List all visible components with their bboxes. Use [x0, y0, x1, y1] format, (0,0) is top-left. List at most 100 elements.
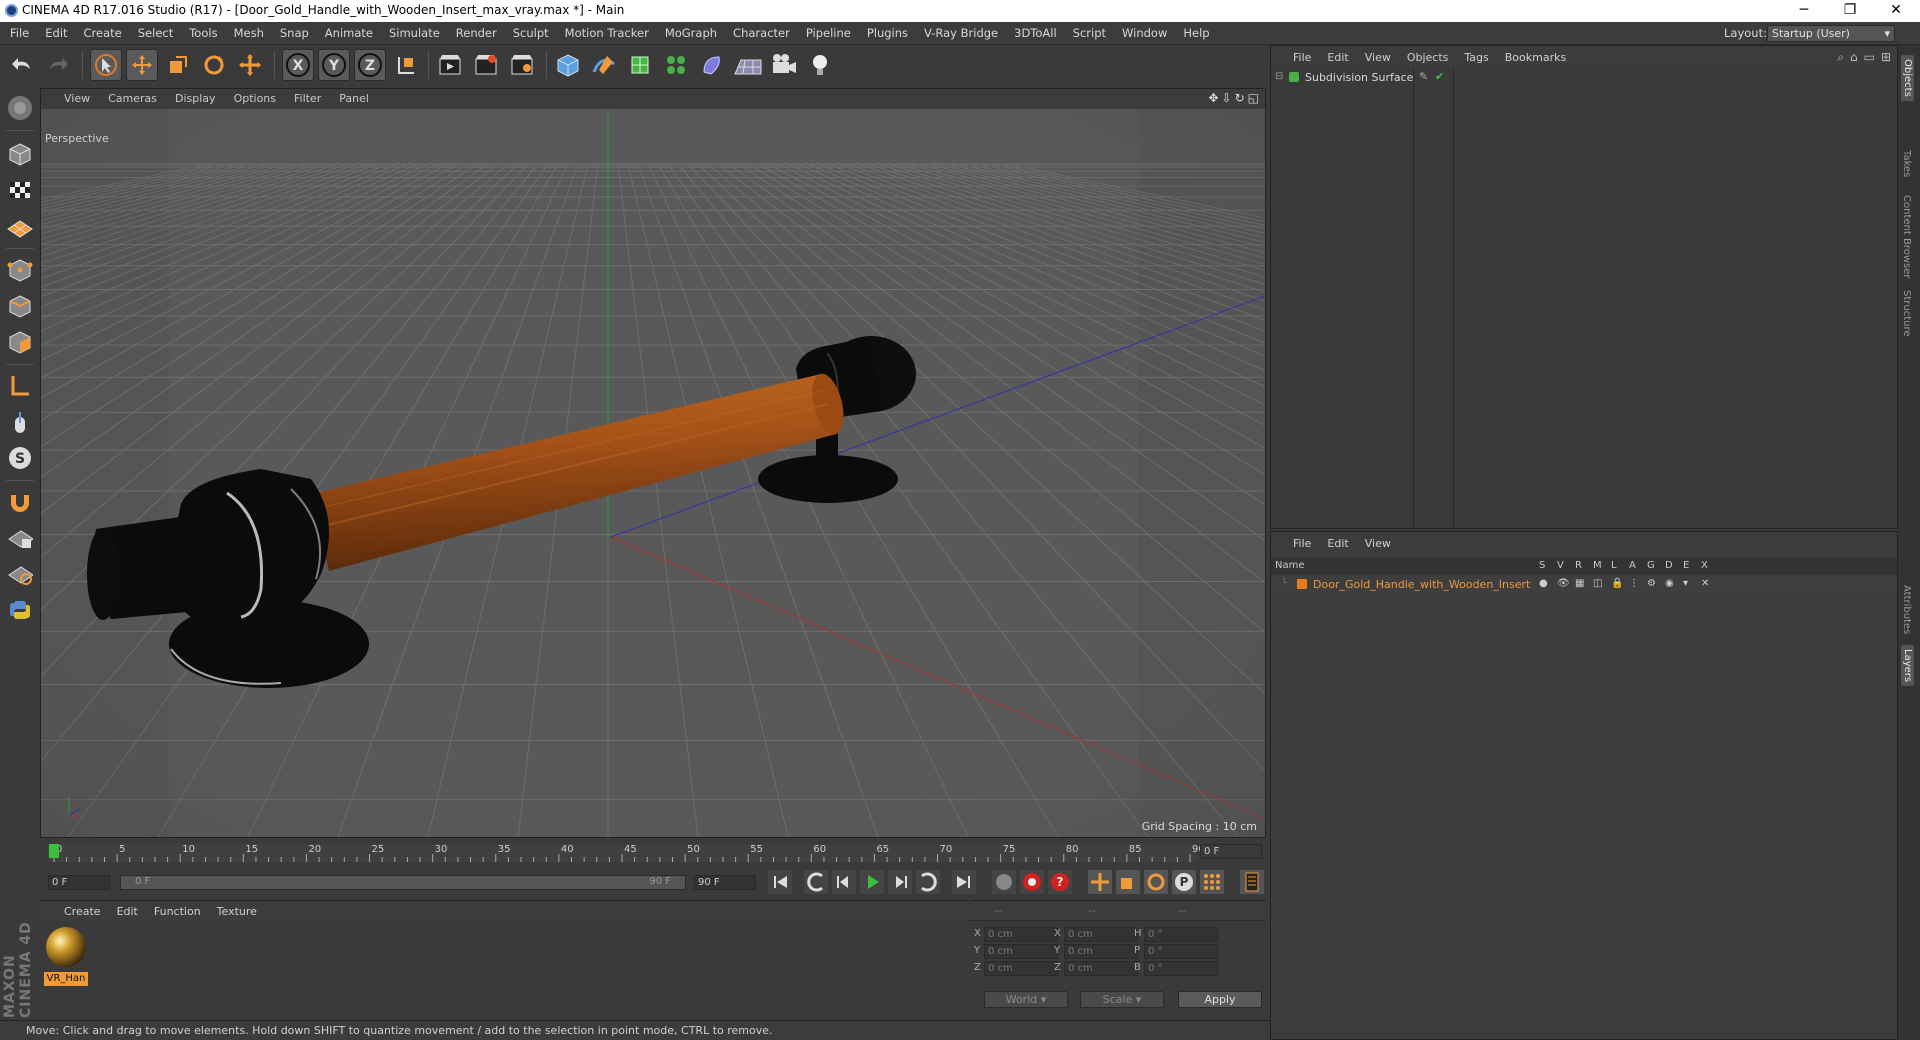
- end-frame-field[interactable]: 90 F: [694, 875, 756, 890]
- cube-primitive-icon[interactable]: [552, 49, 584, 81]
- menu-item-character[interactable]: Character: [725, 26, 798, 40]
- magnet-tool-icon[interactable]: [4, 486, 36, 518]
- coordinate-system-icon[interactable]: [390, 49, 422, 81]
- coord-field-v2[interactable]: 0 cm: [1064, 961, 1138, 976]
- frame-range-slider[interactable]: 0 F 90 F: [120, 875, 686, 890]
- viewport-menu-cameras[interactable]: Cameras: [99, 92, 166, 105]
- coord-system-dropdown[interactable]: World ▾: [984, 991, 1068, 1008]
- layer-flag-a-icon[interactable]: ⋮: [1629, 578, 1647, 589]
- menu-item-render[interactable]: Render: [448, 26, 505, 40]
- rotate-tool-icon[interactable]: [198, 49, 230, 81]
- polygons-mode-icon[interactable]: [4, 326, 36, 358]
- key-position-icon[interactable]: [1088, 870, 1112, 897]
- right-tab-structure[interactable]: Structure: [1901, 290, 1912, 337]
- viewport-menu-display[interactable]: Display: [166, 92, 225, 105]
- prev-frame-icon[interactable]: [832, 870, 856, 897]
- subdivision-surface-icon[interactable]: [624, 49, 656, 81]
- material-swatch[interactable]: VR_Han: [44, 925, 88, 986]
- close-button[interactable]: ✕: [1873, 0, 1919, 22]
- deformer-icon[interactable]: [696, 49, 728, 81]
- menu-item-snap[interactable]: Snap: [272, 26, 317, 40]
- layer-col-l[interactable]: L: [1611, 560, 1617, 571]
- floor-environment-icon[interactable]: [732, 49, 764, 81]
- layer-col-d[interactable]: D: [1665, 560, 1673, 571]
- perspective-viewport[interactable]: View Cameras Display Options Filter Panel ✥ ⇩…: [40, 88, 1266, 838]
- goto-end-icon[interactable]: [952, 870, 976, 897]
- menu-item-animate[interactable]: Animate: [317, 26, 381, 40]
- coord-field-v3[interactable]: 0 °: [1144, 927, 1218, 942]
- new-view-icon[interactable]: ▭: [1864, 50, 1875, 65]
- layer-flag-e-icon[interactable]: ▾: [1683, 578, 1701, 589]
- prev-key-icon[interactable]: [804, 870, 828, 897]
- render-view-icon[interactable]: [434, 49, 466, 81]
- object-menu-edit[interactable]: Edit: [1319, 51, 1356, 64]
- layer-flag-r-icon[interactable]: ▦: [1575, 578, 1593, 589]
- layer-flag-v-icon[interactable]: 👁: [1557, 578, 1575, 589]
- select-tool-icon[interactable]: [90, 49, 122, 81]
- maximize-view-icon[interactable]: ◱: [1248, 91, 1259, 105]
- layer-col-m[interactable]: M: [1593, 560, 1602, 571]
- menu-item-pipeline[interactable]: Pipeline: [798, 26, 859, 40]
- menu-item-tools[interactable]: Tools: [181, 26, 225, 40]
- tweak-mode-icon[interactable]: [4, 406, 36, 438]
- expand-icon[interactable]: ⊟: [1275, 71, 1283, 82]
- minimize-button[interactable]: ─: [1781, 0, 1827, 22]
- layer-col-v[interactable]: V: [1557, 560, 1564, 571]
- current-frame-field[interactable]: 0 F: [1200, 844, 1262, 859]
- menu-item-help[interactable]: Help: [1175, 26, 1217, 40]
- layout-dropdown[interactable]: Startup (User): [1767, 25, 1895, 42]
- layer-menu-file[interactable]: File: [1285, 537, 1319, 550]
- home-icon[interactable]: ⌂: [1850, 50, 1858, 65]
- layer-color-swatch[interactable]: [1297, 579, 1307, 589]
- menu-item-script[interactable]: Script: [1065, 26, 1114, 40]
- render-settings-icon[interactable]: [506, 49, 538, 81]
- coord-field-v2[interactable]: 0 cm: [1064, 927, 1138, 942]
- menu-item-plugins[interactable]: Plugins: [859, 26, 916, 40]
- key-rotation-icon[interactable]: [1144, 870, 1168, 897]
- menu-item-window[interactable]: Window: [1114, 26, 1175, 40]
- texture-mode-icon[interactable]: [4, 174, 36, 206]
- layer-col-g[interactable]: G: [1647, 560, 1655, 571]
- axis-z-lock-button[interactable]: Z: [354, 49, 386, 81]
- search-icon[interactable]: ⌕: [1837, 50, 1844, 65]
- right-tab-attributes[interactable]: Attributes: [1901, 585, 1912, 634]
- play-icon[interactable]: [860, 870, 884, 897]
- material-menu-edit[interactable]: Edit: [109, 905, 146, 918]
- object-menu-file[interactable]: File: [1285, 51, 1319, 64]
- layer-flag-l-icon[interactable]: 🔒: [1611, 578, 1629, 589]
- viewport-menu-panel[interactable]: Panel: [330, 92, 378, 105]
- layer-flag-x-icon[interactable]: ✕: [1701, 578, 1719, 589]
- key-scale-icon[interactable]: [1116, 870, 1140, 897]
- object-menu-tags[interactable]: Tags: [1456, 51, 1496, 64]
- locked-workplane-icon[interactable]: [4, 522, 36, 554]
- menu-item-sculpt[interactable]: Sculpt: [505, 26, 557, 40]
- material-menu-create[interactable]: Create: [56, 905, 109, 918]
- next-frame-icon[interactable]: [888, 870, 912, 897]
- rotate-view-icon[interactable]: ↻: [1235, 91, 1245, 105]
- menu-item-simulate[interactable]: Simulate: [381, 26, 448, 40]
- object-row-subdivision[interactable]: ⊟ Subdivision Surface ✎ ✔: [1271, 68, 1897, 86]
- viewport-menu-options[interactable]: Options: [225, 92, 285, 105]
- undo-icon[interactable]: [6, 49, 38, 81]
- layer-col-r[interactable]: R: [1575, 560, 1582, 571]
- menu-item-motion-tracker[interactable]: Motion Tracker: [557, 26, 657, 40]
- menu-item-3dtoall[interactable]: 3DToAll: [1006, 26, 1065, 40]
- layer-flag-s-icon[interactable]: ●: [1539, 578, 1557, 589]
- timeline-window-icon[interactable]: [1240, 870, 1264, 897]
- layer-col-x[interactable]: X: [1701, 560, 1708, 571]
- menu-item-mesh[interactable]: Mesh: [226, 26, 272, 40]
- autokey-icon[interactable]: [1020, 870, 1044, 897]
- material-menu-texture[interactable]: Texture: [209, 905, 265, 918]
- layer-flag-g-icon[interactable]: ⚙: [1647, 578, 1665, 589]
- layer-name[interactable]: Door_Gold_Handle_with_Wooden_Insert: [1313, 578, 1530, 591]
- layer-col-s[interactable]: S: [1539, 560, 1545, 571]
- object-menu-bookmarks[interactable]: Bookmarks: [1497, 51, 1574, 64]
- maximize-button[interactable]: ❐: [1827, 0, 1873, 22]
- coord-field-v3[interactable]: 0 °: [1144, 944, 1218, 959]
- dolly-view-icon[interactable]: ⇩: [1222, 91, 1232, 105]
- layer-col-e[interactable]: E: [1683, 560, 1689, 571]
- keyframe-selection-icon[interactable]: ?: [1048, 870, 1072, 897]
- live-selection-icon[interactable]: [234, 49, 266, 81]
- right-tab-content-browser[interactable]: Content Browser: [1901, 195, 1912, 278]
- spline-pen-icon[interactable]: [588, 49, 620, 81]
